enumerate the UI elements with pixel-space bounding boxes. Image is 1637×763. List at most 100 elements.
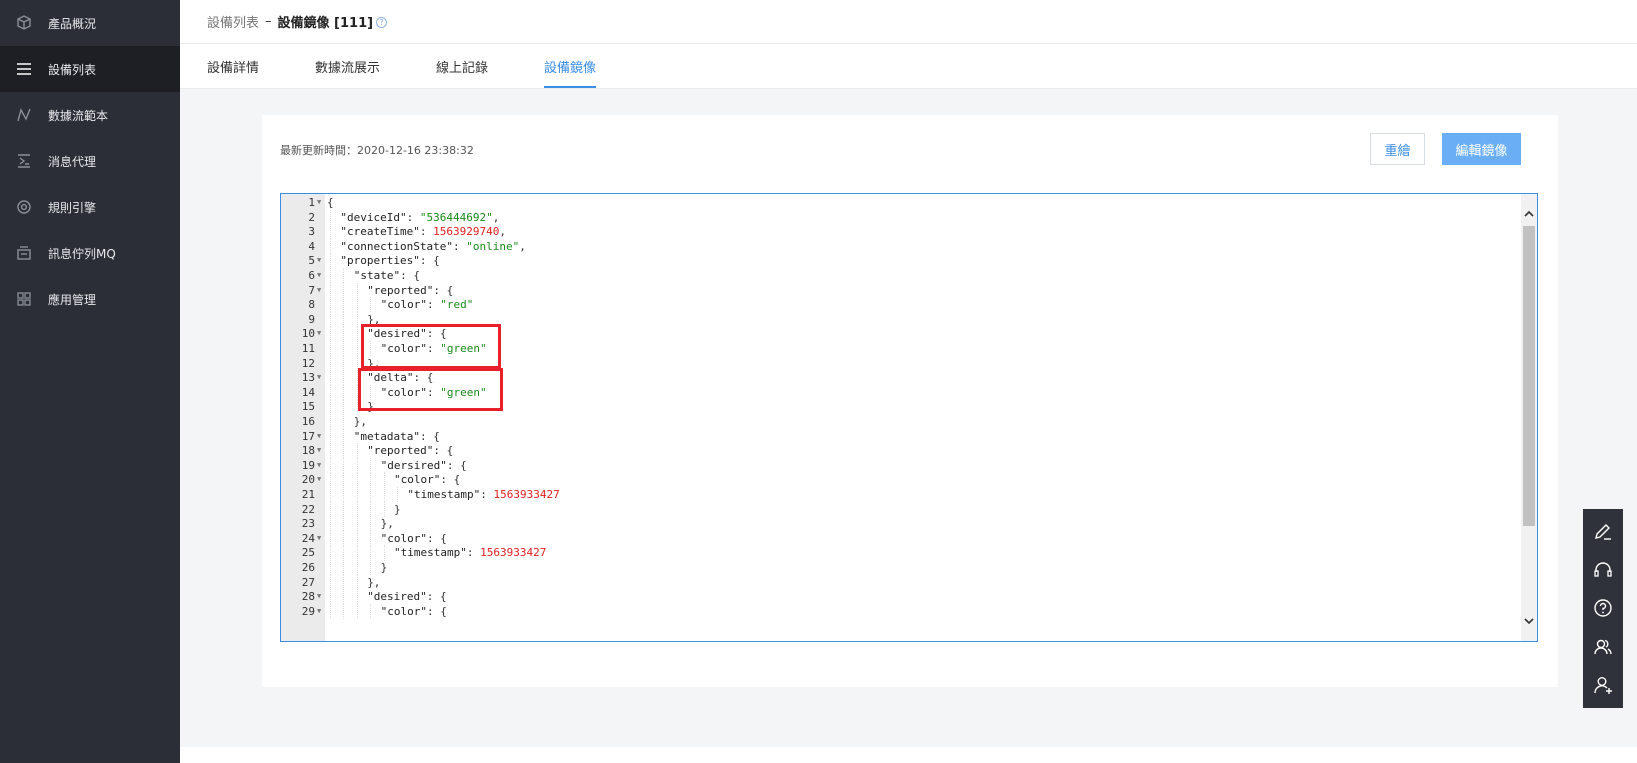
sidebar-item-message-queue[interactable]: 訊息佇列MQ: [0, 230, 180, 276]
fold-arrow-icon[interactable]: ▼: [317, 531, 321, 546]
indent-guide: [383, 472, 385, 488]
key-token: "color": [380, 531, 427, 545]
line-number: 4: [308, 239, 315, 253]
indent-guide: [343, 472, 345, 488]
refresh-button[interactable]: 重繪: [1370, 133, 1425, 165]
punct-token: : {: [433, 283, 454, 297]
indent-guide: [356, 516, 358, 532]
indent-guide: [370, 501, 372, 517]
indent-guide: [356, 457, 358, 473]
highlight-box-delta: [358, 368, 503, 411]
punct-token: ,: [499, 225, 506, 239]
help-button[interactable]: [1591, 596, 1615, 620]
fold-arrow-icon[interactable]: ▼: [317, 370, 321, 385]
code-line: 16},: [281, 414, 1481, 430]
indent-guide: [356, 574, 358, 590]
punct-token: :: [419, 225, 434, 239]
line-number: 27: [301, 575, 315, 589]
community-button[interactable]: [1591, 635, 1615, 659]
indent-guide: [330, 501, 331, 517]
tab-device-details[interactable]: 設備詳情: [207, 44, 259, 88]
indent-guide: [343, 501, 345, 517]
indent-guide: [330, 224, 331, 240]
indent-guide: [343, 370, 345, 386]
indent-guide: [343, 311, 345, 327]
code-text: }: [394, 502, 401, 517]
editor-scrollbar[interactable]: [1521, 194, 1537, 641]
line-number: 15: [301, 400, 315, 414]
fold-arrow-icon[interactable]: ▼: [317, 429, 321, 444]
code-line: 21 "timestamp": 1563933427: [281, 487, 1481, 503]
fold-arrow-icon[interactable]: ▼: [317, 195, 321, 210]
fold-arrow-icon[interactable]: ▼: [317, 268, 321, 283]
sidebar-item-rule-engine[interactable]: 規則引擎: [0, 184, 180, 230]
code-text: "reported": {: [367, 443, 453, 458]
fold-arrow-icon[interactable]: ▼: [317, 589, 321, 604]
punct-token: :: [466, 546, 481, 560]
string-token: "red": [440, 298, 474, 312]
indent-guide: [330, 341, 331, 357]
indent-guide: [330, 326, 331, 342]
code-line: 29 ▼ "color": {: [281, 603, 1481, 619]
sidebar-item-dataflow-template[interactable]: 數據流範本: [0, 92, 180, 138]
punct-token: ,: [492, 210, 500, 224]
code-line: 23},: [281, 516, 1481, 532]
list-icon: [16, 61, 32, 77]
punct-token: : {: [433, 444, 454, 458]
support-button[interactable]: [1591, 558, 1615, 582]
indent-guide: [343, 384, 345, 400]
json-editor[interactable]: 1 ▼{2 "deviceId": "536444692", 3 "createTime…: [280, 193, 1538, 642]
tab-dataflow-display[interactable]: 數據流展示: [315, 44, 380, 88]
key-token: "state": [353, 269, 401, 282]
line-number: 8: [308, 298, 315, 312]
scroll-down-icon[interactable]: [1523, 615, 1535, 627]
indent-guide: [356, 560, 358, 576]
fold-arrow-icon[interactable]: ▼: [317, 326, 321, 341]
punct-token: :: [452, 239, 467, 253]
account-button[interactable]: [1591, 673, 1615, 697]
punct-token: :: [480, 488, 494, 501]
scroll-up-icon[interactable]: [1523, 208, 1535, 220]
breadcrumb-parent-link[interactable]: 設備列表: [207, 12, 259, 31]
indent-guide: [383, 545, 385, 561]
indent-guide: [330, 428, 331, 444]
code-text: "deviceId": "536444692",: [340, 210, 499, 225]
tab-online-records[interactable]: 線上記錄: [436, 44, 488, 88]
code-text: },: [381, 516, 394, 531]
punct-token: : {: [400, 269, 421, 282]
scrollbar-thumb[interactable]: [1523, 226, 1535, 526]
tab-device-shadow[interactable]: 設備鏡像: [544, 44, 597, 88]
message-queue-icon: [16, 245, 32, 261]
fold-arrow-icon[interactable]: ▼: [317, 458, 321, 473]
fold-arrow-icon[interactable]: ▼: [317, 604, 321, 619]
sidebar-item-device-list[interactable]: 設備列表: [0, 46, 180, 92]
indent-guide: [356, 545, 358, 561]
code-text: "timestamp": 1563933427: [394, 545, 546, 560]
key-token: "reported": [367, 283, 434, 297]
code-line: 4 "connectionState": "online",: [281, 238, 1481, 254]
help-icon[interactable]: ?: [376, 16, 388, 28]
shadow-card: 最新更新時間：2020-12-16 23:38:32 重繪 編輯鏡像 1 ▼{2 "…: [262, 115, 1558, 687]
indent-guide: [343, 414, 345, 430]
line-number: 24: [301, 531, 315, 545]
sidebar-item-message-broker[interactable]: 消息代理: [0, 138, 180, 184]
fold-arrow-icon[interactable]: ▼: [317, 283, 321, 298]
indent-guide: [397, 487, 398, 503]
sidebar-item-app-management[interactable]: 應用管理: [0, 276, 180, 322]
punct-token: }: [380, 561, 388, 574]
punct-token: : {: [446, 458, 467, 472]
users-icon: [1594, 639, 1612, 654]
code-line: 22}: [281, 501, 1481, 517]
sidebar-item-product-overview[interactable]: 產品概況: [0, 0, 180, 46]
feedback-button[interactable]: [1591, 520, 1615, 544]
code-line: 3 "createTime": 1563929740,: [281, 224, 1481, 240]
line-number: 21: [301, 488, 315, 501]
fold-arrow-icon[interactable]: ▼: [317, 443, 321, 458]
indent-guide: [330, 311, 331, 327]
line-number: 28: [301, 590, 315, 604]
fold-arrow-icon[interactable]: ▼: [317, 472, 321, 487]
edit-shadow-button[interactable]: 編輯鏡像: [1442, 133, 1521, 165]
fold-arrow-icon[interactable]: ▼: [317, 253, 321, 268]
code-line: 2 "deviceId": "536444692",: [281, 209, 1481, 225]
line-number: 3: [308, 225, 315, 239]
